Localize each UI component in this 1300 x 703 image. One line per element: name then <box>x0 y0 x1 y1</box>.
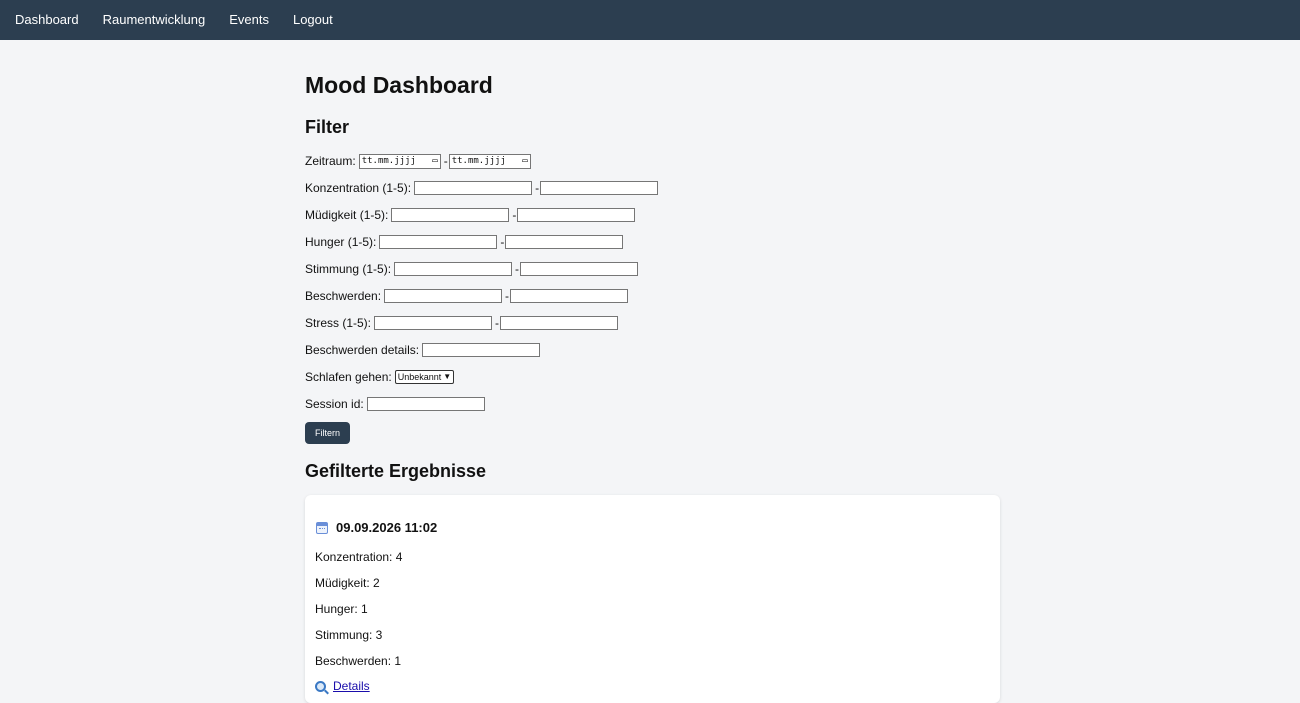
zeitraum-from-date[interactable]: tt.mm.jjjj ▭ <box>358 153 441 169</box>
filter-row-zeitraum: Zeitraum: tt.mm.jjjj ▭ - tt.mm.jjjj ▭ <box>305 153 1000 169</box>
details-link[interactable]: Details <box>315 679 370 693</box>
top-navbar: Dashboard Raumentwicklung Events Logout <box>0 0 1300 40</box>
filter-row-session-id: Session id: <box>305 396 1000 412</box>
zeitraum-label: Zeitraum: <box>305 154 356 168</box>
stimmung-separator: - <box>515 262 520 276</box>
konzentration-min-input[interactable] <box>414 181 533 195</box>
filter-heading: Filter <box>305 117 350 137</box>
result-konzentration: Konzentration: 4 <box>315 550 403 564</box>
filter-submit-button[interactable]: Filtern <box>305 422 350 444</box>
beschwerden-details-label: Beschwerden details: <box>305 343 420 357</box>
result-hunger: Hunger: 1 <box>315 602 368 616</box>
nav-link-raumentwicklung[interactable]: Raumentwicklung <box>103 0 206 40</box>
result-card-title: 09.09.2026 11:02 <box>316 520 437 535</box>
zeitraum-to-placeholder: tt.mm.jjjj <box>451 156 506 166</box>
stress-max-input[interactable] <box>500 316 619 330</box>
stress-label: Stress (1-5): <box>305 316 372 330</box>
schlafen-gehen-label: Schlafen gehen: <box>305 370 392 384</box>
main-content: Mood Dashboard Filter Zeitraum: tt.mm.jj… <box>305 40 1000 703</box>
filter-row-schlafen-gehen: Schlafen gehen: Unbekannt ▼ <box>305 369 1000 385</box>
filter-row-konzentration: Konzentration (1-5): - <box>305 180 1000 196</box>
calendar-icon <box>316 521 328 534</box>
result-beschwerden: Beschwerden: 1 <box>315 654 402 668</box>
result-card: 09.09.2026 11:02 Konzentration: 4 Müdigk… <box>305 495 1000 703</box>
stress-min-input[interactable] <box>374 316 493 330</box>
calendar-picker-icon[interactable]: ▭ <box>432 153 437 169</box>
filter-row-muedigkeit: Müdigkeit (1-5): - <box>305 207 1000 223</box>
beschwerden-max-input[interactable] <box>510 289 629 303</box>
stimmung-max-input[interactable] <box>520 262 639 276</box>
zeitraum-separator: - <box>443 154 448 168</box>
muedigkeit-separator: - <box>512 208 517 222</box>
nav-link-logout[interactable]: Logout <box>293 0 333 40</box>
result-stimmung: Stimmung: 3 <box>315 628 383 642</box>
nav-link-dashboard[interactable]: Dashboard <box>15 0 79 40</box>
page-title: Mood Dashboard <box>305 72 493 98</box>
filter-row-stimmung: Stimmung (1-5): - <box>305 261 1000 277</box>
stimmung-label: Stimmung (1-5): <box>305 262 392 276</box>
stress-separator: - <box>495 316 500 330</box>
beschwerden-separator: - <box>505 289 510 303</box>
hunger-label: Hunger (1-5): <box>305 235 377 249</box>
chevron-down-icon: ▼ <box>443 372 452 381</box>
muedigkeit-label: Müdigkeit (1-5): <box>305 208 389 222</box>
hunger-separator: - <box>500 235 505 249</box>
hunger-max-input[interactable] <box>505 235 624 249</box>
result-date: 09.09.2026 11:02 <box>336 520 438 535</box>
calendar-picker-icon[interactable]: ▭ <box>522 153 527 169</box>
hunger-min-input[interactable] <box>379 235 498 249</box>
muedigkeit-max-input[interactable] <box>517 208 636 222</box>
session-id-label: Session id: <box>305 397 364 411</box>
filter-row-beschwerden-details: Beschwerden details: <box>305 342 1000 358</box>
filter-row-hunger: Hunger (1-5): - <box>305 234 1000 250</box>
beschwerden-min-input[interactable] <box>384 289 503 303</box>
result-muedigkeit: Müdigkeit: 2 <box>315 576 380 590</box>
schlafen-gehen-select[interactable]: Unbekannt ▼ <box>394 370 455 384</box>
konzentration-label: Konzentration (1-5): <box>305 181 412 195</box>
filter-row-beschwerden: Beschwerden: - <box>305 288 1000 304</box>
konzentration-separator: - <box>535 181 540 195</box>
schlafen-gehen-selected-value: Unbekannt <box>397 372 442 382</box>
results-heading: Gefilterte Ergebnisse <box>305 461 487 481</box>
beschwerden-details-input[interactable] <box>422 343 541 357</box>
zeitraum-from-placeholder: tt.mm.jjjj <box>361 156 416 166</box>
filter-form: Zeitraum: tt.mm.jjjj ▭ - tt.mm.jjjj ▭ Ko… <box>305 153 1000 444</box>
stimmung-min-input[interactable] <box>394 262 513 276</box>
muedigkeit-min-input[interactable] <box>391 208 510 222</box>
beschwerden-label: Beschwerden: <box>305 289 382 303</box>
filter-row-stress: Stress (1-5): - <box>305 315 1000 331</box>
session-id-input[interactable] <box>366 397 485 411</box>
zeitraum-to-date[interactable]: tt.mm.jjjj ▭ <box>448 153 531 169</box>
magnifier-icon <box>315 680 326 692</box>
details-link-label: Details <box>333 679 370 693</box>
konzentration-max-input[interactable] <box>540 181 659 195</box>
nav-link-events[interactable]: Events <box>229 0 269 40</box>
